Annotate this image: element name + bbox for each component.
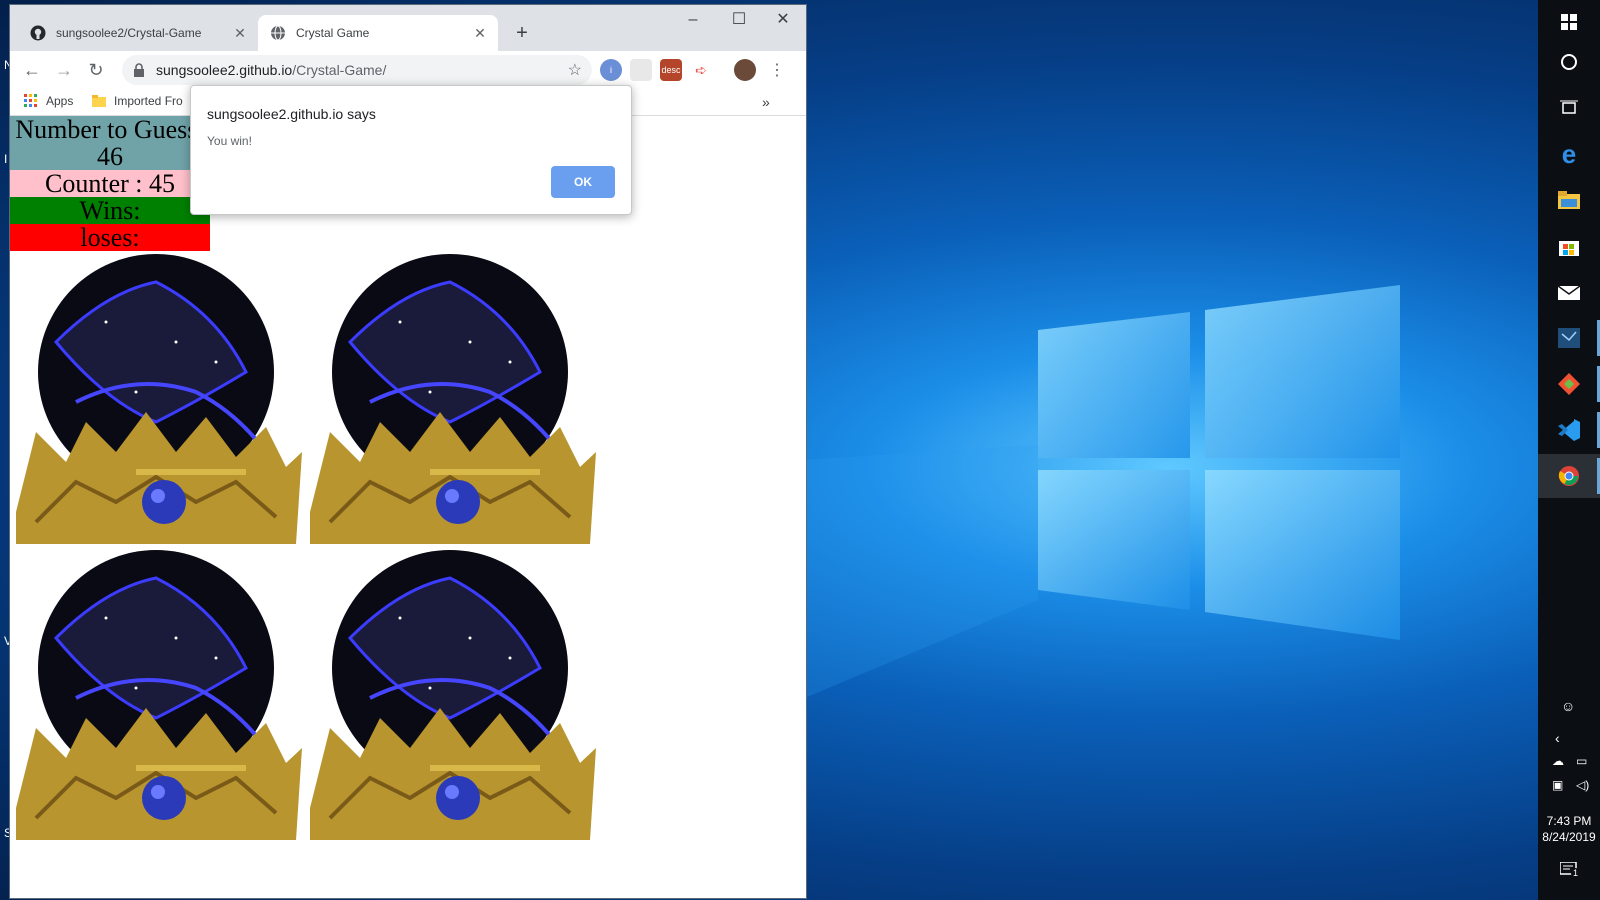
chrome-icon: [1558, 466, 1579, 486]
desc-label: desc: [661, 65, 681, 75]
url-host: sungsoolee2.github.io: [156, 62, 293, 78]
bookmark-imported[interactable]: Imported Fro: [92, 94, 183, 108]
chrome-window: sungsoolee2/Crystal-Game ✕ Crystal Game …: [10, 5, 806, 898]
terminal-app-button[interactable]: [1538, 316, 1600, 360]
extension-blue-icon[interactable]: i: [600, 59, 622, 81]
ok-button[interactable]: OK: [551, 166, 615, 198]
extension-grid-icon[interactable]: [630, 59, 652, 81]
mail-icon: [1558, 285, 1580, 300]
crystal-button[interactable]: [16, 252, 302, 544]
number-to-guess: Number to Guess: 46: [10, 116, 210, 170]
wins: Wins:: [10, 197, 210, 224]
chevron-left-icon[interactable]: ‹: [1555, 730, 1560, 746]
close-window-button[interactable]: ✕: [760, 5, 806, 35]
alert-dialog: sungsoolee2.github.io says You win! OK: [190, 85, 632, 215]
folder-icon: [92, 95, 106, 107]
profile-avatar[interactable]: [734, 59, 756, 81]
edge-browser-button[interactable]: e: [1538, 132, 1600, 176]
network-icon[interactable]: ▣: [1552, 778, 1563, 792]
browser-toolbar: ← → ↻ sungsoolee2.github.io/Crystal-Game…: [10, 51, 806, 89]
task-view-button[interactable]: [1538, 86, 1600, 130]
forward-button[interactable]: →: [50, 56, 78, 84]
new-tab-button[interactable]: +: [510, 21, 534, 45]
back-button[interactable]: ←: [18, 56, 46, 84]
file-explorer-button[interactable]: [1538, 178, 1600, 222]
alert-title: sungsoolee2.github.io says: [207, 106, 376, 122]
cortana-circle-icon: [1561, 54, 1577, 70]
desc-extension-icon[interactable]: desc: [660, 59, 682, 81]
loses: loses:: [10, 224, 210, 251]
git-app-button[interactable]: [1538, 362, 1600, 406]
bookmark-label: Apps: [46, 94, 74, 108]
reload-icon: ↻: [88, 59, 104, 80]
bookmark-apps[interactable]: Apps: [24, 94, 73, 108]
github-icon: [30, 25, 46, 41]
title-bar: sungsoolee2/Crystal-Game ✕ Crystal Game …: [10, 5, 806, 51]
clock-time[interactable]: 7:43 PM: [1538, 814, 1600, 828]
onedrive-icon[interactable]: ☁: [1552, 754, 1564, 768]
tab-crystal-game[interactable]: Crystal Game ✕: [258, 15, 498, 51]
windows-start-icon: [1561, 14, 1577, 30]
alert-message: You win!: [207, 134, 252, 148]
menu-kebab-icon[interactable]: ⋮: [766, 59, 788, 81]
close-tab-icon[interactable]: ✕: [230, 25, 250, 42]
people-icon[interactable]: ☺: [1561, 698, 1575, 714]
globe-icon: [270, 25, 286, 41]
crystal-button[interactable]: [16, 548, 302, 840]
reload-button[interactable]: ↻: [82, 56, 110, 84]
edge-char: I: [4, 152, 8, 166]
tab-title: sungsoolee2/Crystal-Game: [56, 26, 202, 40]
mail-button[interactable]: [1538, 270, 1600, 314]
battery-icon[interactable]: ▭: [1576, 754, 1587, 768]
url-path: /Crystal-Game/: [292, 62, 387, 78]
edge-icon: e: [1561, 138, 1577, 169]
bookmark-label: Imported Fro: [114, 94, 183, 108]
app-terminal-icon: [1558, 328, 1580, 348]
cast-extension-icon[interactable]: ➪: [690, 59, 712, 81]
page-content: Number to Guess: 46 Counter : 45 Wins: l…: [10, 116, 806, 898]
volume-icon[interactable]: ◁): [1576, 778, 1589, 792]
crystal-button[interactable]: [310, 548, 596, 840]
notification-count: 1: [1571, 868, 1581, 878]
store-button[interactable]: [1538, 224, 1600, 268]
start-button[interactable]: [1538, 0, 1600, 44]
bookmark-star-icon[interactable]: ☆: [568, 60, 582, 80]
vscode-icon: [1558, 419, 1580, 441]
apps-grid-icon: [24, 94, 37, 107]
minimize-button[interactable]: –: [670, 5, 716, 35]
clock-date[interactable]: 8/24/2019: [1538, 830, 1600, 844]
arrow-right-icon: →: [55, 59, 73, 80]
taskbar: e ☺ ‹ ☁ ▭ ▣ ◁) 7:43 PM 8/24/2019 1: [1538, 0, 1600, 900]
maximize-button[interactable]: ☐: [716, 5, 762, 35]
action-center-button[interactable]: 1: [1559, 861, 1581, 881]
arrow-left-icon: ←: [23, 59, 41, 80]
cortana-button[interactable]: [1538, 40, 1600, 84]
close-tab-icon[interactable]: ✕: [470, 25, 490, 42]
store-bag-icon: [1559, 241, 1579, 256]
vscode-button[interactable]: [1538, 408, 1600, 452]
task-view-icon: [1560, 100, 1578, 114]
folder-icon: [1558, 191, 1580, 209]
counter: Counter : 45: [10, 170, 210, 197]
crystal-button[interactable]: [310, 252, 596, 544]
lock-icon: [132, 63, 146, 77]
git-diamond-icon: [1558, 373, 1580, 395]
bookmarks-overflow-button[interactable]: »: [762, 94, 770, 110]
address-bar[interactable]: sungsoolee2.github.io/Crystal-Game/ ☆: [122, 55, 592, 85]
tab-github[interactable]: sungsoolee2/Crystal-Game ✕: [18, 15, 258, 51]
tab-title: Crystal Game: [296, 26, 370, 40]
chrome-button[interactable]: [1538, 454, 1600, 498]
